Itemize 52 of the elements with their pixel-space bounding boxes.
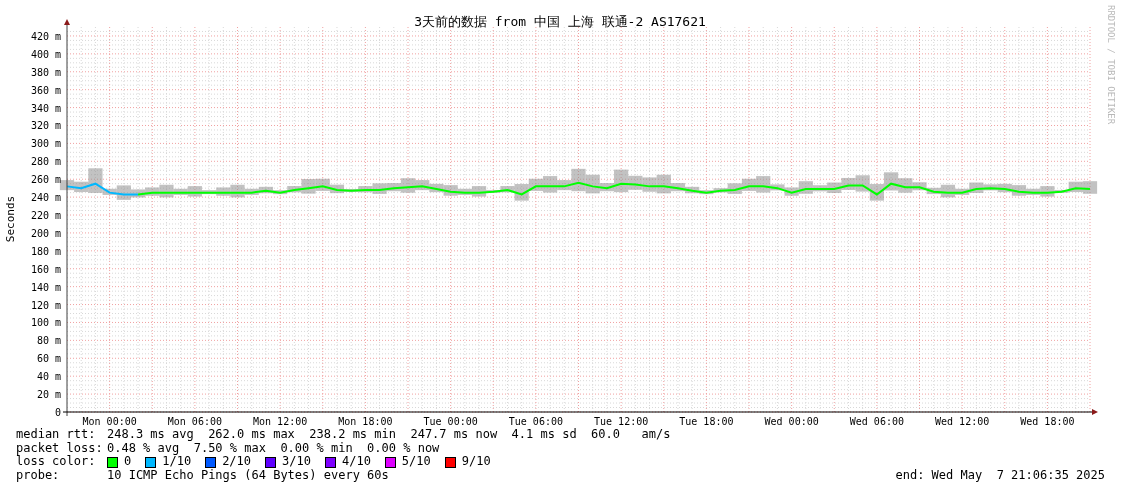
y-tick-label: 0 bbox=[54, 407, 61, 418]
stat-label: median rtt: bbox=[16, 428, 97, 442]
x-tick-label: Tue 00:00 bbox=[423, 416, 478, 427]
x-tick-label: Mon 06:00 bbox=[167, 416, 222, 427]
stat-values: 248.3 ms avg 262.0 ms max 238.2 ms min 247.7 ms now 4.1 ms sd 60.0 am/s bbox=[107, 428, 671, 442]
end-time: end: Wed May 7 21:06:35 2025 bbox=[895, 469, 1105, 483]
y-tick-label: 380 m bbox=[30, 66, 61, 78]
y-tick-label: 40 m bbox=[36, 371, 61, 383]
x-tick-label: Wed 12:00 bbox=[935, 416, 990, 427]
y-tick-label: 240 m bbox=[30, 192, 61, 204]
y-tick-label: 420 m bbox=[30, 30, 61, 42]
chart-title: 3天前的数据 from 中国 上海 联通-2 AS17621 bbox=[414, 14, 706, 29]
x-tick-label: Mon 12:00 bbox=[253, 416, 308, 427]
y-tick-label: 340 m bbox=[30, 102, 61, 114]
x-tick-label: Mon 00:00 bbox=[82, 416, 137, 427]
y-tick-label: 80 m bbox=[36, 335, 61, 347]
y-tick-label: 280 m bbox=[30, 156, 61, 168]
loss-color-value: 5/10 bbox=[401, 455, 431, 470]
loss-color-label: loss color: bbox=[16, 455, 97, 469]
x-tick-label: Mon 18:00 bbox=[338, 416, 393, 427]
y-tick-label: 220 m bbox=[30, 210, 61, 221]
loss-color-value: 0 bbox=[124, 455, 132, 470]
y-tick-label: 400 m bbox=[30, 48, 61, 60]
loss-color-value: 4/10 bbox=[341, 455, 371, 470]
y-tick-label: 140 m bbox=[30, 281, 61, 293]
loss-color-value: 3/10 bbox=[282, 455, 311, 469]
y-tick-label: 120 m bbox=[30, 299, 61, 311]
probe-label: probe: bbox=[16, 469, 61, 483]
y-tick-label: 360 m bbox=[30, 84, 61, 96]
y-tick-label: 160 m bbox=[30, 263, 61, 275]
y-tick-label: 260 m bbox=[30, 174, 61, 186]
loss-color-value: 1/10 bbox=[162, 455, 192, 469]
x-tick-label: Wed 06:00 bbox=[849, 416, 904, 427]
x-tick-label: Tue 06:00 bbox=[508, 416, 563, 427]
stat-label: packet loss: bbox=[16, 441, 104, 456]
loss-color-value: 2/10 bbox=[222, 455, 252, 469]
x-tick-label: Tue 18:00 bbox=[679, 416, 734, 427]
y-tick-label: 200 m bbox=[30, 227, 61, 239]
y-tick-label: 20 m bbox=[36, 389, 61, 401]
y-tick-label: 100 m bbox=[30, 317, 61, 329]
x-tick-label: Tue 12:00 bbox=[594, 416, 649, 427]
x-tick-label: Wed 00:00 bbox=[764, 416, 819, 427]
y-tick-label: 320 m bbox=[30, 120, 61, 132]
loss-color-value: 9/10 bbox=[461, 455, 491, 470]
stat-values: 0.48 % avg 7.50 % max 0.00 % min 0.00 % now bbox=[107, 441, 440, 456]
y-tick-label: 300 m bbox=[30, 138, 61, 150]
rrdtool-credit: RRDTOOL / TOBI OETIKER bbox=[1106, 5, 1116, 125]
y-tick-label: 60 m bbox=[36, 353, 61, 365]
x-tick-label: Wed 18:00 bbox=[1020, 416, 1075, 427]
y-axis-label: Seconds bbox=[4, 195, 17, 243]
y-tick-label: 180 m bbox=[30, 245, 61, 257]
probe-text: 10 ICMP Echo Pings (64 Bytes) every 60s bbox=[107, 469, 389, 483]
